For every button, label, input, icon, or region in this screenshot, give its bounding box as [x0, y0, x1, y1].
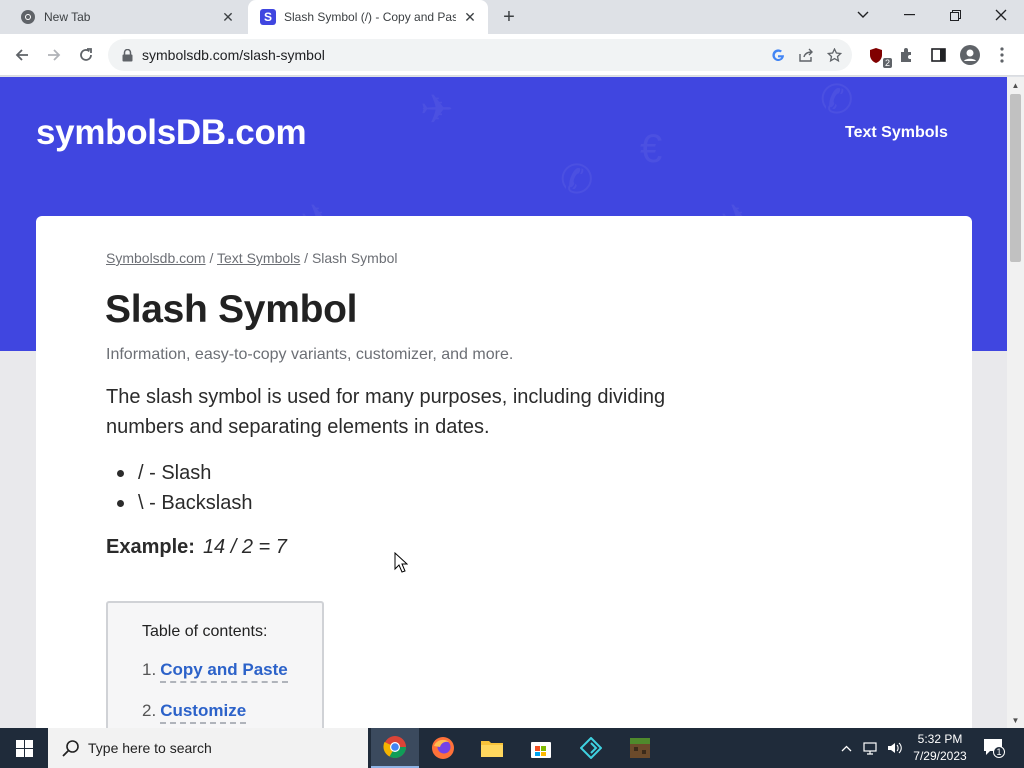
breadcrumb: Symbolsdb.com / Text Symbols / Slash Sym…	[106, 250, 398, 266]
breadcrumb-separator: /	[300, 250, 312, 266]
share-icon[interactable]	[792, 41, 820, 69]
notification-center-icon[interactable]: 1	[982, 736, 1005, 758]
taskbar-file-explorer-icon[interactable]	[468, 728, 516, 768]
tab-slash-symbol[interactable]: S Slash Symbol (/) - Copy and Paste ✕	[248, 0, 488, 34]
url-text[interactable]: symbolsdb.com/slash-symbol	[142, 47, 764, 63]
page-title: Slash Symbol	[105, 288, 358, 331]
taskbar-app-diamond-icon[interactable]	[567, 728, 615, 768]
toc-link-copy-and-paste[interactable]: Copy and Paste	[160, 660, 288, 683]
chrome-menu-icon[interactable]	[988, 41, 1016, 69]
scrollbar-thumb[interactable]	[1010, 94, 1021, 262]
page-scrollbar[interactable]: ▲ ▼	[1007, 77, 1024, 728]
back-arrow-icon[interactable]	[8, 41, 36, 69]
chrome-icon	[20, 9, 36, 25]
close-window-button[interactable]	[978, 0, 1024, 30]
side-panel-icon[interactable]	[924, 41, 952, 69]
minimize-button[interactable]	[886, 0, 932, 30]
tab-title: Slash Symbol (/) - Copy and Paste	[284, 10, 456, 24]
scroll-up-arrow-icon[interactable]: ▲	[1007, 77, 1024, 93]
extension-badge: 2	[882, 58, 892, 68]
toc-item-number: 1.	[142, 660, 157, 679]
symbols-list: / - Slash \ - Backslash	[106, 458, 252, 518]
toc-item-number: 2.	[142, 701, 157, 720]
taskbar-minecraft-icon[interactable]	[616, 728, 664, 768]
toc-title: Table of contents:	[142, 623, 268, 640]
toc-item-copy-and-paste: 1. Copy and Paste	[142, 660, 288, 683]
clock-date: 7/29/2023	[913, 749, 967, 763]
tab-close-icon[interactable]: ✕	[462, 9, 478, 25]
tab-title: New Tab	[44, 10, 91, 24]
windows-start-icon[interactable]	[0, 728, 48, 768]
breadcrumb-section-link[interactable]: Text Symbols	[217, 250, 300, 266]
table-of-contents: Table of contents: 1. Copy and Paste 2. Cu…	[106, 601, 324, 728]
reload-icon[interactable]	[72, 41, 100, 69]
google-icon[interactable]	[764, 41, 792, 69]
breadcrumb-home-link[interactable]: Symbolsdb.com	[106, 250, 206, 266]
page-viewport: ✈ ✆ € ✈ ✆ ✈ symbolsDB.com Text Symbols S…	[0, 77, 1007, 728]
toc-link-customize[interactable]: Customize	[160, 701, 247, 724]
toc-item-customize: 2. Customize	[142, 701, 247, 724]
extensions-puzzle-icon[interactable]	[892, 41, 920, 69]
tray-overflow-chevron-icon[interactable]	[836, 728, 856, 768]
taskbar-store-icon[interactable]	[517, 728, 565, 768]
favicon-letter: S	[260, 9, 276, 25]
scroll-down-arrow-icon[interactable]: ▼	[1007, 712, 1024, 728]
forward-arrow-icon[interactable]	[40, 41, 68, 69]
network-icon[interactable]	[860, 728, 882, 768]
breadcrumb-current: Slash Symbol	[311, 250, 398, 266]
search-icon	[60, 737, 82, 759]
list-item: / - Slash	[106, 458, 252, 488]
example-line: Example: 14 / 2 = 7	[106, 536, 287, 559]
decorative-pattern-icon: ✈	[420, 88, 454, 132]
nav-text-symbols[interactable]: Text Symbols	[845, 124, 948, 142]
clock-time: 5:32 PM	[917, 732, 963, 746]
content-card: Symbolsdb.com / Text Symbols / Slash Sym…	[36, 216, 972, 728]
taskbar-search-box[interactable]: Type here to search	[48, 728, 368, 768]
decorative-pattern-icon: ✆	[560, 158, 594, 202]
example-value: 14 / 2 = 7	[202, 536, 287, 558]
notification-count-badge: 1	[993, 746, 1005, 758]
example-label: Example:	[106, 536, 195, 558]
tab-search-chevron-icon[interactable]	[840, 0, 886, 30]
lock-icon[interactable]	[120, 48, 134, 62]
list-item: \ - Backslash	[106, 488, 252, 518]
symbolsdb-favicon: S	[260, 9, 276, 25]
volume-icon[interactable]	[884, 728, 906, 768]
address-bar[interactable]: symbolsdb.com/slash-symbol	[108, 39, 852, 71]
mouse-cursor-icon	[394, 552, 408, 573]
tab-new-tab[interactable]: New Tab ✕	[8, 0, 246, 34]
page-subtitle: Information, easy-to-copy variants, cust…	[106, 346, 514, 363]
windows-taskbar: Type here to search 5:32 PM 7/29/2023 1	[0, 728, 1024, 768]
browser-tab-strip: New Tab ✕ S Slash Symbol (/) - Copy and …	[0, 0, 1024, 34]
decorative-pattern-icon: €	[640, 127, 663, 171]
bookmark-star-icon[interactable]	[820, 41, 848, 69]
breadcrumb-separator: /	[205, 250, 218, 266]
tab-close-icon[interactable]: ✕	[220, 9, 236, 25]
site-logo[interactable]: symbolsDB.com	[36, 113, 307, 153]
search-placeholder: Type here to search	[88, 740, 212, 756]
ublock-extension-icon[interactable]: 2	[862, 41, 892, 69]
taskbar-chrome-icon[interactable]	[371, 728, 419, 768]
browser-toolbar: symbolsdb.com/slash-symbol 2	[0, 34, 1024, 76]
restore-button[interactable]	[932, 0, 978, 30]
system-clock[interactable]: 5:32 PM 7/29/2023	[904, 731, 976, 765]
profile-avatar-icon[interactable]	[956, 41, 984, 69]
taskbar-firefox-icon[interactable]	[419, 728, 467, 768]
decorative-pattern-icon: ✆	[820, 78, 854, 122]
new-tab-button[interactable]: +	[498, 6, 520, 28]
intro-paragraph: The slash symbol is used for many purpos…	[106, 386, 666, 438]
